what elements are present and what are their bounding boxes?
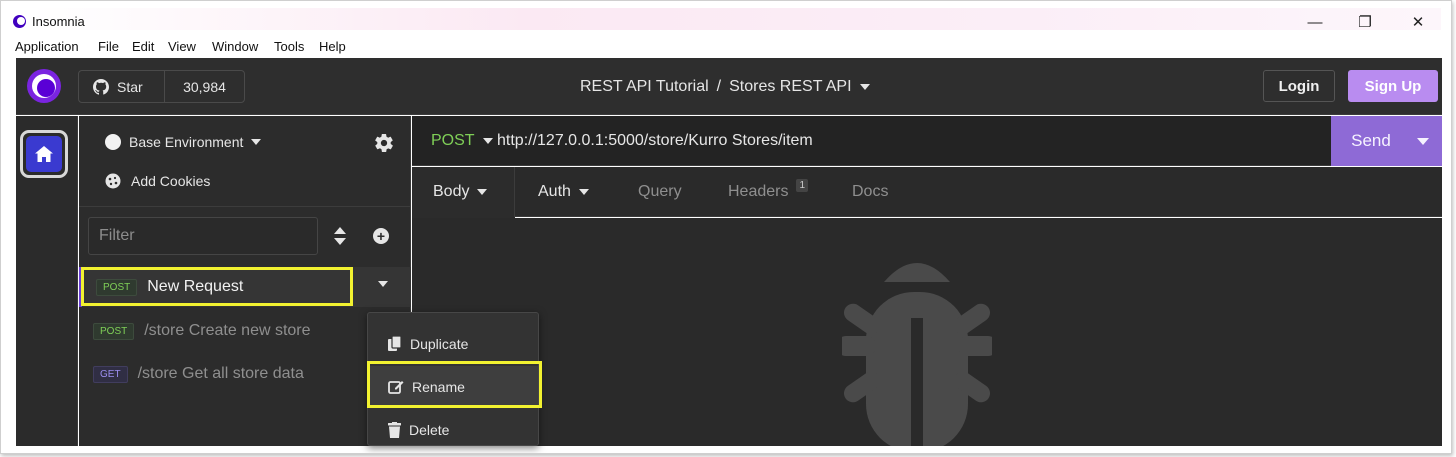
chevron-down-icon [578,189,589,195]
chevron-down-icon[interactable] [859,84,870,90]
menu-edit[interactable]: Edit [132,39,154,54]
app-header: Star 30,984 REST API Tutorial / Stores R… [16,58,1442,115]
environment-label: Base Environment [129,134,244,150]
method-badge: GET [93,365,128,383]
github-icon [93,78,109,95]
request-tabs: Body Auth Query Headers 1 Docs [412,167,1442,218]
title-bar: Insomnia — ❐ ✕ [1,1,1451,35]
environment-selector[interactable]: Base Environment [105,134,262,150]
add-cookies-button[interactable]: Add Cookies [105,173,210,189]
bug-icon [842,263,992,446]
menu-application[interactable]: Application [15,39,79,54]
tab-docs[interactable]: Docs [852,183,888,201]
menu-bar: Application File Edit View Window Tools … [1,36,1451,56]
menu-tools[interactable]: Tools [274,39,304,54]
star-count[interactable]: 30,984 [165,71,244,102]
menu-item-delete[interactable]: Delete [368,409,538,451]
chevron-down-icon [251,139,262,145]
add-request-button[interactable]: + [373,228,389,244]
menu-item-duplicate[interactable]: Duplicate [368,323,538,365]
sort-icon[interactable] [333,227,347,245]
tab-auth[interactable]: Auth [538,183,589,201]
method-label: POST [431,132,475,149]
left-rail [16,116,78,446]
breadcrumb-separator: / [716,78,722,95]
github-star-group[interactable]: Star 30,984 [78,70,245,103]
tab-headers[interactable]: Headers 1 [728,178,809,201]
url-input[interactable]: http://127.0.0.1:5000/store/Kurro Stores… [497,132,813,150]
environment-dot-icon [105,134,121,150]
url-bar: POST http://127.0.0.1:5000/store/Kurro S… [412,116,1442,166]
gear-icon[interactable] [375,134,393,152]
highlight-box [367,361,542,408]
tab-body[interactable]: Body [433,183,488,201]
breadcrumb-collection[interactable]: Stores REST API [729,78,851,96]
request-name: /store Create new store [144,322,311,339]
duplicate-icon [388,336,402,351]
home-icon [35,146,53,162]
send-label: Send [1351,131,1391,150]
request-item[interactable]: GET /store Get all store data [79,354,411,394]
insomnia-logo[interactable] [27,69,61,103]
insomnia-app-icon [13,15,26,28]
minimize-button[interactable]: — [1303,13,1327,33]
sign-up-button[interactable]: Sign Up [1348,70,1438,102]
filter-input[interactable]: Filter [88,217,318,255]
chevron-down-icon [477,189,488,195]
chevron-down-icon[interactable] [378,281,388,287]
request-name: /store Get all store data [137,365,304,382]
chevron-down-icon[interactable] [1417,137,1429,145]
add-cookies-label: Add Cookies [131,173,211,189]
restore-button[interactable]: ❐ [1353,13,1377,33]
star-label: Star [117,78,143,95]
cookie-icon [105,173,121,189]
menu-view[interactable]: View [168,39,196,54]
method-badge: POST [93,322,135,340]
chevron-down-icon [482,138,493,144]
method-selector[interactable]: POST [431,132,493,150]
highlight-box [81,267,353,306]
close-button[interactable]: ✕ [1406,13,1430,33]
send-button[interactable]: Send [1331,116,1442,166]
menu-help[interactable]: Help [319,39,346,54]
request-item[interactable]: POST /store Create new store [79,311,411,351]
menu-file[interactable]: File [98,39,119,54]
breadcrumb[interactable]: REST API Tutorial / Stores REST API [580,78,870,96]
app-window: Insomnia — ❐ ✕ Application File Edit Vie… [0,0,1452,454]
login-button[interactable]: Login [1263,70,1335,102]
window-title: Insomnia [32,14,85,29]
headers-count-badge: 1 [796,178,809,192]
github-star-button[interactable]: Star [79,71,165,102]
home-button[interactable] [20,130,68,178]
trash-icon [388,422,401,438]
menu-window[interactable]: Window [212,39,258,54]
tab-query[interactable]: Query [638,183,682,201]
breadcrumb-project[interactable]: REST API Tutorial [580,78,709,96]
response-panel [412,218,1442,446]
